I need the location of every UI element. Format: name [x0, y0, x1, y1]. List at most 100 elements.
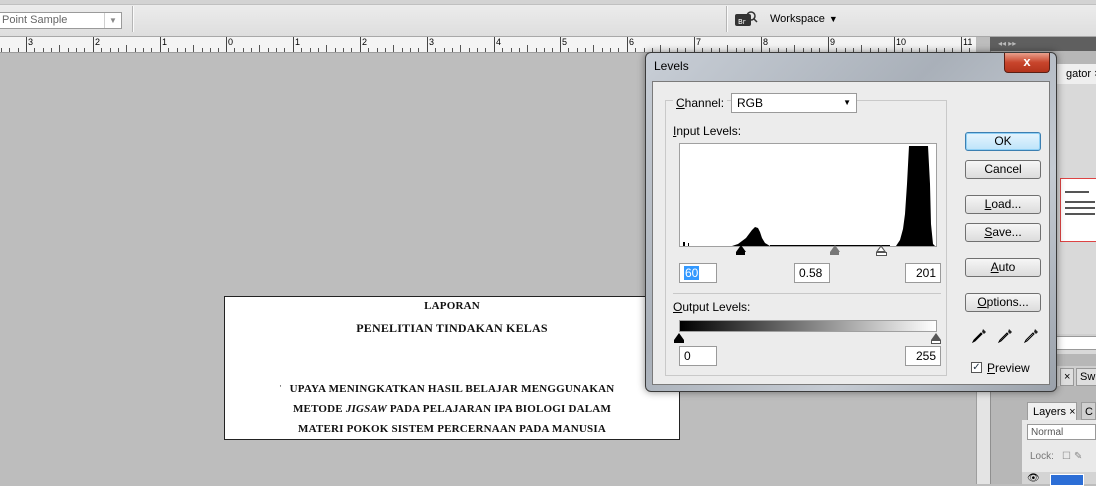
preview-checkbox[interactable]: ✓ — [971, 362, 982, 373]
tab-channels[interactable]: C — [1081, 402, 1096, 420]
workspace-menu-button[interactable]: Workspace ▼ — [770, 10, 838, 28]
ruler-minor-tick — [385, 48, 386, 52]
separator — [132, 6, 134, 32]
ruler-major-tick — [93, 37, 94, 52]
input-black-field[interactable]: 60 — [679, 263, 717, 283]
ruler-minor-tick — [485, 48, 486, 52]
ok-button[interactable]: OK — [965, 132, 1041, 151]
ruler-major-tick — [694, 37, 695, 52]
output-white-field[interactable]: 255 — [905, 346, 941, 366]
channel-value: RGB — [737, 96, 764, 110]
ruler-minor-tick — [727, 45, 728, 52]
input-levels-label: Input Levels: — [673, 124, 742, 138]
document-canvas[interactable]: LAPORAN PENELITIAN TINDAKAN KELAS · UPAY… — [224, 296, 680, 440]
load-button[interactable]: Load... — [965, 195, 1041, 214]
ruler-minor-tick — [101, 48, 102, 52]
ruler-major-tick — [894, 37, 895, 52]
bridge-button[interactable]: Br — [734, 10, 758, 28]
ruler-major-tick — [560, 37, 561, 52]
gray-eyedropper-icon[interactable] — [997, 328, 1013, 344]
histogram — [679, 143, 937, 247]
channel-label-text: Channel: — [676, 96, 725, 110]
tab-navigator[interactable]: gator × — [1052, 64, 1096, 84]
ruler-major-tick — [293, 37, 294, 52]
tab-close[interactable]: × — [1060, 368, 1075, 386]
black-eyedropper-icon[interactable] — [971, 328, 987, 344]
ruler-minor-tick — [268, 48, 269, 52]
doc-line-1: LAPORAN — [424, 300, 480, 312]
ruler-minor-tick — [644, 48, 645, 52]
input-white-field[interactable]: 201 — [905, 263, 941, 283]
levels-dialog: Levels x Channel: RGB ▼ Input Levels: 60… — [645, 52, 1057, 392]
dock-collapse-strip[interactable]: ◂◂ ▸▸ — [990, 37, 1096, 51]
ruler-label: 0 — [228, 37, 234, 47]
preview-label: Preview — [987, 361, 1030, 375]
ruler-minor-tick — [318, 48, 319, 52]
ruler-minor-tick — [552, 48, 553, 52]
ruler-minor-tick — [18, 48, 19, 52]
ruler-minor-tick — [251, 48, 252, 52]
output-black-slider-base[interactable] — [674, 340, 684, 343]
close-button[interactable]: x — [1004, 53, 1050, 73]
ruler-minor-tick — [259, 45, 260, 52]
histogram-graph — [683, 146, 935, 246]
output-black-slider[interactable] — [674, 333, 684, 340]
ruler-minor-tick — [343, 48, 344, 52]
navigator-tab-label: gator — [1066, 68, 1092, 80]
output-black-field[interactable]: 0 — [679, 346, 717, 366]
ruler-label: 4 — [496, 37, 502, 47]
save-button[interactable]: Save... — [965, 223, 1041, 242]
ruler-minor-tick — [377, 48, 378, 52]
output-white-slider-base[interactable] — [931, 340, 941, 344]
ruler-minor-tick — [234, 48, 235, 52]
input-white-slider-base[interactable] — [876, 252, 887, 256]
input-black-slider-base[interactable] — [736, 252, 745, 255]
doc-method-word: METODE — [292, 403, 343, 415]
blend-mode-select[interactable]: Normal — [1027, 424, 1096, 440]
ruler-minor-tick — [210, 48, 211, 52]
cancel-button[interactable]: Cancel — [965, 160, 1041, 179]
ruler-label: 9 — [830, 37, 836, 47]
blend-mode-value: Normal — [1031, 427, 1064, 438]
ruler-label: 6 — [629, 37, 635, 47]
ruler-minor-tick — [168, 48, 169, 52]
ruler-label: 1 — [295, 37, 301, 47]
zoom-field[interactable] — [1056, 336, 1096, 350]
chevron-down-icon: ▼ — [843, 98, 851, 107]
swatches-tab-label: Sw — [1080, 371, 1096, 383]
layer-thumbnail — [1050, 474, 1084, 486]
eye-icon[interactable]: 👁 — [1027, 473, 1040, 484]
tab-swatches[interactable]: Sw — [1076, 368, 1096, 386]
ruler-major-tick — [427, 37, 428, 52]
input-white-slider[interactable] — [876, 245, 886, 252]
input-gamma-slider[interactable] — [830, 245, 840, 252]
output-white-slider[interactable] — [931, 333, 941, 340]
channel-label: Channel: — [673, 96, 728, 110]
output-gradient-bar — [679, 320, 937, 332]
ruler-minor-tick — [9, 48, 10, 52]
ruler-minor-tick — [1, 48, 2, 52]
white-eyedropper-icon[interactable] — [1023, 328, 1039, 344]
lock-options[interactable]: ☐✎ — [1062, 451, 1085, 462]
tab-layers[interactable]: Layers × — [1027, 402, 1077, 420]
sample-size-select[interactable]: Point Sample ▼ — [0, 12, 122, 29]
auto-button[interactable]: Auto — [965, 258, 1041, 277]
ruler-minor-tick — [193, 45, 194, 52]
navigator-thumbnail[interactable] — [1060, 178, 1096, 242]
navigator-zoom-bar — [1052, 334, 1096, 350]
options-button[interactable]: Options... — [965, 293, 1041, 312]
input-gamma-slider-base[interactable] — [830, 252, 839, 255]
separator — [726, 6, 728, 32]
options-bar-top-edge — [0, 0, 1096, 5]
ruler-minor-tick — [585, 48, 586, 52]
input-black-slider[interactable] — [736, 245, 746, 252]
input-gamma-field[interactable]: 0.58 — [794, 263, 830, 283]
ruler-minor-tick — [76, 48, 77, 52]
ruler-label: 2 — [362, 37, 368, 47]
channel-select[interactable]: RGB ▼ — [731, 93, 857, 113]
layers-tab-label: Layers — [1033, 406, 1067, 418]
ruler-minor-tick — [51, 48, 52, 52]
sample-size-value: Point Sample — [2, 14, 68, 26]
ruler-minor-tick — [351, 48, 352, 52]
ruler-minor-tick — [435, 48, 436, 52]
